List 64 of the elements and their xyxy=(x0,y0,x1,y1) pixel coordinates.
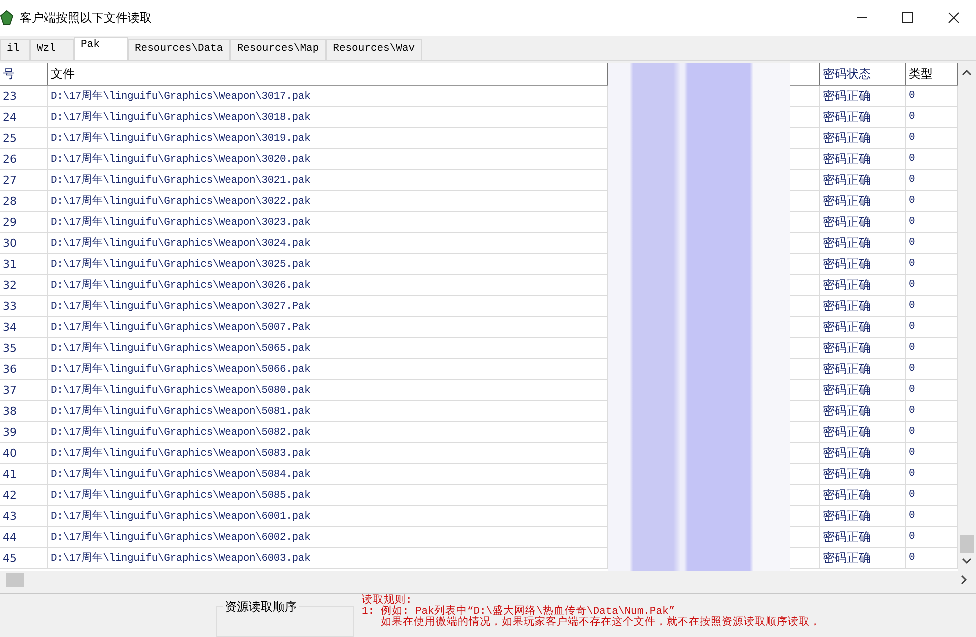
table-cell: 密码正确 xyxy=(820,149,906,169)
table-cell: 30 xyxy=(0,233,48,253)
table-cell: 密码正确 xyxy=(820,380,906,400)
table-cell: 密码正确 xyxy=(820,506,906,526)
table-cell: 43 xyxy=(0,506,48,526)
table-cell: 27 xyxy=(0,170,48,190)
table-cell: 密码正确 xyxy=(820,233,906,253)
table-cell: 密码正确 xyxy=(820,107,906,127)
groupbox-title: 资源读取顺序 xyxy=(223,599,299,616)
scroll-thumb[interactable] xyxy=(6,573,24,587)
table-cell: 36 xyxy=(0,359,48,379)
table-cell: 密码正确 xyxy=(820,338,906,358)
table-cell: 39 xyxy=(0,422,48,442)
table-cell: 24 xyxy=(0,107,48,127)
close-icon[interactable] xyxy=(948,12,960,24)
table-cell: 28 xyxy=(0,191,48,211)
table-cell: 密码正确 xyxy=(820,317,906,337)
table-cell: 23 xyxy=(0,86,48,106)
table-cell: 密码正确 xyxy=(820,191,906,211)
table-cell: 33 xyxy=(0,296,48,316)
rule-text: 如果在使用微端的情况，如果玩家客户端不存在这个文件，就不在按照资源读取顺序读取， xyxy=(380,618,821,629)
table-cell: 密码正确 xyxy=(820,296,906,316)
table-cell: 密码正确 xyxy=(820,401,906,421)
rule-text: 读取规则: xyxy=(362,596,414,607)
table-cell: 密码正确 xyxy=(820,359,906,379)
tab[interactable]: Wzl xyxy=(30,39,74,60)
table-cell: 密码正确 xyxy=(820,128,906,148)
app-icon xyxy=(0,10,14,26)
table-cell: 26 xyxy=(0,149,48,169)
table-cell: 密码正确 xyxy=(820,527,906,547)
table-cell: 密码正确 xyxy=(820,170,906,190)
table-cell: 32 xyxy=(0,275,48,295)
table-cell: 42 xyxy=(0,485,48,505)
table-cell: 密码正确 xyxy=(820,485,906,505)
tab[interactable]: il xyxy=(0,39,30,60)
table-cell: 29 xyxy=(0,212,48,232)
table-cell: 25 xyxy=(0,128,48,148)
maximize-icon[interactable] xyxy=(902,12,914,24)
table-cell: 密码正确 xyxy=(820,254,906,274)
tab[interactable]: Resources\Data xyxy=(128,39,230,60)
table-cell: 41 xyxy=(0,464,48,484)
table-cell: 45 xyxy=(0,548,48,568)
scroll-thumb[interactable] xyxy=(960,535,974,553)
window-title: 客户端按照以下文件读取 xyxy=(20,10,152,26)
tab[interactable]: Resources\Map xyxy=(230,39,326,60)
column-header: 号 xyxy=(0,63,48,85)
table-cell: 密码正确 xyxy=(820,422,906,442)
table-cell: 38 xyxy=(0,401,48,421)
vertical-scrollbar[interactable] xyxy=(958,63,976,571)
column-header: 密码状态 xyxy=(820,63,906,85)
table-cell: 密码正确 xyxy=(820,443,906,463)
table-cell: 密码正确 xyxy=(820,212,906,232)
table-cell: 密码正确 xyxy=(820,464,906,484)
tab[interactable]: Resources\Wav xyxy=(326,39,422,60)
table-cell: 44 xyxy=(0,527,48,547)
table-cell: 37 xyxy=(0,380,48,400)
tab[interactable]: Pak xyxy=(74,37,128,60)
table-cell: 35 xyxy=(0,338,48,358)
table-cell: 密码正确 xyxy=(820,548,906,568)
table-cell: 31 xyxy=(0,254,48,274)
table-cell: 34 xyxy=(0,317,48,337)
table-cell: 密码正确 xyxy=(820,86,906,106)
table-cell: 40 xyxy=(0,443,48,463)
table-cell: 密码正确 xyxy=(820,275,906,295)
